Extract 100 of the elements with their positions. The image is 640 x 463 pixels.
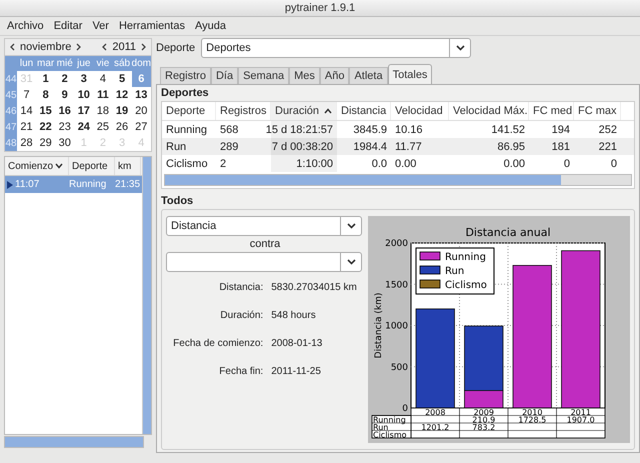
calendar-day[interactable]: 2: [55, 71, 74, 87]
table-cell: 221: [598, 140, 617, 152]
versus-label: contra: [248, 237, 282, 252]
legend-label: Run: [445, 266, 464, 277]
tab[interactable]: Semana: [238, 67, 290, 84]
column-header[interactable]: Velocidad Máx.: [449, 102, 529, 120]
horizontal-scrollbar[interactable]: [164, 174, 632, 186]
tab[interactable]: Mes: [289, 67, 320, 84]
calendar-day[interactable]: 5: [112, 71, 132, 87]
chevron-down-icon: [346, 259, 356, 265]
column-header[interactable]: km: [115, 157, 141, 175]
column-header[interactable]: Deporte: [69, 157, 115, 175]
calendar-day[interactable]: 16: [55, 103, 74, 119]
column-header[interactable]: FC med: [529, 102, 574, 120]
tick-label: 500: [390, 362, 408, 373]
menu-item[interactable]: Ver: [87, 20, 114, 32]
table-cell: Running: [166, 124, 207, 136]
column-header[interactable]: Registros: [216, 102, 271, 120]
stat-label: Fecha de comienzo:: [172, 338, 264, 349]
table-cell: 11.77: [395, 140, 422, 152]
calendar-day[interactable]: 20: [132, 103, 151, 119]
week-number: 44: [5, 71, 17, 87]
stat-value: 548 hours: [271, 310, 317, 321]
column-header[interactable]: FC max: [574, 102, 621, 120]
calendar-day[interactable]: 13: [132, 87, 151, 103]
calendar-day[interactable]: 11: [93, 87, 112, 103]
column-header[interactable]: Deporte: [162, 102, 216, 120]
calendar-day[interactable]: 18: [93, 103, 112, 119]
previous-year-button[interactable]: [100, 43, 110, 51]
table-cell: 1:10:00: [296, 158, 333, 170]
menu-item[interactable]: Herramientas: [114, 20, 190, 32]
calendar-day[interactable]: 9: [55, 87, 74, 103]
calendar-day[interactable]: 1: [36, 71, 56, 87]
calendar-day[interactable]: 26: [112, 119, 132, 135]
table-cell: 7 d 00:38:20: [272, 140, 333, 152]
table-cell: 141.52: [491, 124, 525, 136]
category-label: 2009: [474, 408, 494, 417]
calendar-day[interactable]: 19: [112, 103, 132, 119]
table-cell: 0: [610, 158, 617, 170]
menu-item[interactable]: Ayuda: [190, 20, 231, 32]
column-header[interactable]: Comienzo: [5, 157, 69, 175]
menu-item[interactable]: Archivo: [2, 20, 49, 32]
calendar-day[interactable]: 8: [36, 87, 56, 103]
table-value: 783.2: [472, 423, 496, 432]
calendar-day[interactable]: 29: [36, 135, 56, 151]
next-month-button[interactable]: [74, 43, 84, 51]
sport-dropdown[interactable]: Deportes: [201, 38, 472, 58]
metric-dropdown[interactable]: Distancia: [166, 216, 362, 236]
tab[interactable]: Totales: [388, 64, 432, 84]
weekday-label: mié: [55, 56, 74, 71]
calendar-day[interactable]: 27: [132, 119, 151, 135]
weekday-label: dom: [132, 56, 151, 71]
calendar-day[interactable]: 30: [55, 135, 74, 151]
column-header[interactable]: Duración: [271, 102, 337, 120]
calendar-day[interactable]: 10: [74, 87, 94, 103]
calendar-day[interactable]: 3: [74, 71, 94, 87]
chart-title: Distancia anual: [465, 226, 551, 239]
calendar-day[interactable]: 14: [17, 103, 36, 119]
tab[interactable]: Día: [210, 67, 238, 84]
week-number: 47: [5, 119, 17, 135]
week-number: 46: [5, 103, 17, 119]
column-header[interactable]: Distancia: [337, 102, 391, 120]
column-header[interactable]: Velocidad: [391, 102, 449, 120]
horizontal-scrollbar[interactable]: [4, 436, 144, 448]
calendar-day[interactable]: 4: [93, 71, 112, 87]
tab[interactable]: Año: [320, 67, 350, 84]
table-value: 210.9: [472, 416, 496, 424]
calendar-day[interactable]: 21: [17, 119, 36, 135]
calendar-day[interactable]: 23: [55, 119, 74, 135]
vertical-scrollbar[interactable]: [142, 157, 151, 434]
category-label: 2010: [522, 408, 542, 417]
tab[interactable]: Registro: [160, 67, 211, 84]
table-cell: 568: [220, 124, 238, 136]
stat-label: Duración:: [219, 310, 264, 321]
calendar-day[interactable]: 24: [74, 119, 94, 135]
row-label: Running: [373, 416, 406, 424]
calendar-day[interactable]: 22: [36, 119, 56, 135]
calendar-day[interactable]: 12: [112, 87, 132, 103]
section-title: Deportes: [161, 87, 210, 101]
chevron-right-icon: [76, 43, 82, 51]
weekday-label: sáb: [112, 56, 132, 71]
table-cell: 289: [220, 140, 238, 152]
calendar-day[interactable]: 28: [17, 135, 36, 151]
chevron-left-icon: [10, 43, 15, 51]
table-cell: 86.95: [497, 140, 525, 152]
stat-value: 2011-11-25: [271, 366, 322, 377]
calendar-day[interactable]: 25: [93, 119, 112, 135]
calendar-day[interactable]: 7: [17, 87, 36, 103]
text: Running: [445, 252, 486, 263]
table-cell: Run: [166, 140, 186, 152]
tab[interactable]: Atleta: [349, 67, 388, 84]
next-year-button[interactable]: [139, 43, 148, 51]
weekday-label: vie: [93, 56, 112, 71]
menu-item[interactable]: Editar: [48, 20, 88, 32]
table-cell: 15 d 18:21:57: [266, 124, 333, 136]
calendar-day[interactable]: 17: [74, 103, 94, 119]
stat-label: Fecha fin:: [218, 366, 264, 377]
calendar-day[interactable]: 15: [36, 103, 56, 119]
previous-month-button[interactable]: [8, 43, 17, 51]
section-title: Todos: [161, 195, 194, 209]
